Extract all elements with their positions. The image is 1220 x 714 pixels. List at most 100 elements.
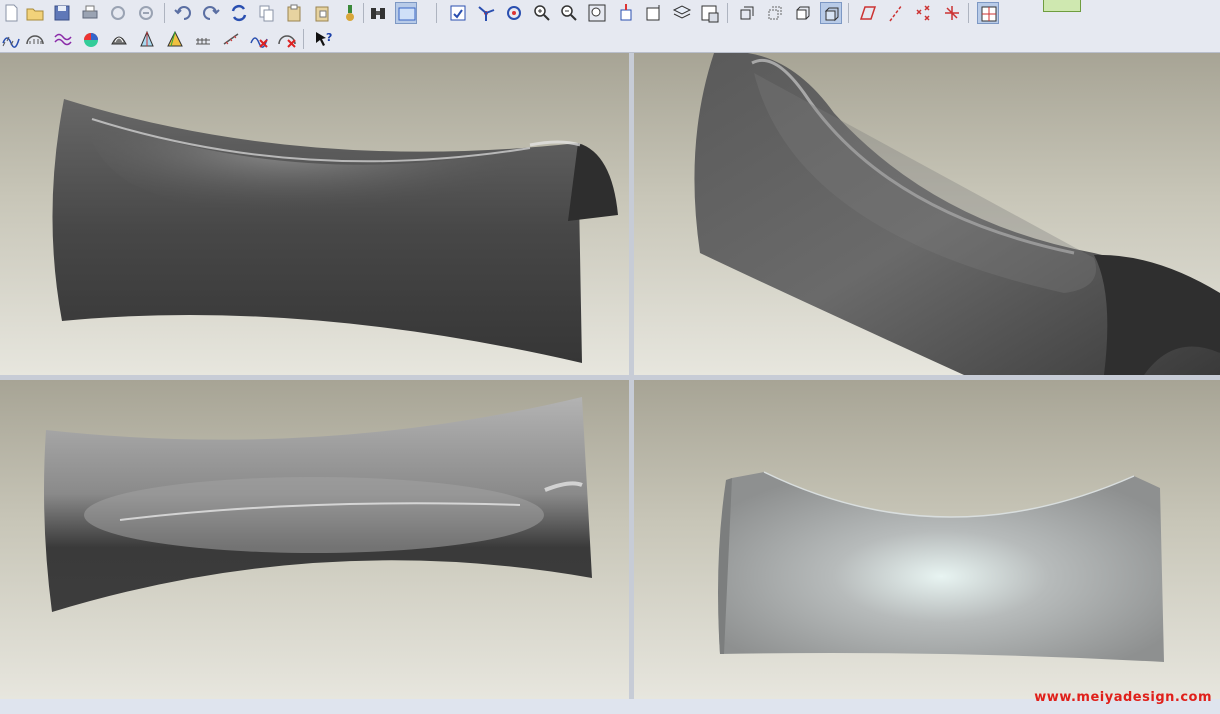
- main-toolbar: [0, 0, 1220, 26]
- delete-curve-analysis-icon[interactable]: [248, 28, 270, 50]
- curvature-analysis-icon-glyph: [2, 36, 20, 48]
- paste-icon[interactable]: [283, 2, 305, 24]
- shading-icon-glyph: [824, 7, 839, 22]
- reorient-icon[interactable]: [615, 2, 637, 24]
- reflection-analysis-icon-glyph: [111, 36, 127, 45]
- svg-text:?: ?: [326, 31, 332, 44]
- shaded-curvature-icon-glyph: [84, 33, 98, 47]
- no-hidden-icon-glyph: [796, 6, 810, 20]
- refit-icon[interactable]: [586, 2, 608, 24]
- viewport-bottom-left[interactable]: [0, 380, 629, 699]
- paste-special-icon[interactable]: [311, 2, 333, 24]
- open-folder-icon[interactable]: [24, 2, 46, 24]
- dihedral-angle-icon[interactable]: [192, 28, 214, 50]
- analysis-toolbar: ?: [0, 26, 1220, 53]
- orient-mode-icon[interactable]: [503, 2, 525, 24]
- coordinate-systems-icon[interactable]: [941, 2, 963, 24]
- datum-axes-icon-glyph: [889, 4, 903, 22]
- slope-analysis-icon-glyph: [167, 30, 183, 47]
- repaint-icon[interactable]: [447, 2, 469, 24]
- viewport-bottom-right[interactable]: [634, 380, 1220, 699]
- reflection-analysis-icon[interactable]: [108, 28, 130, 50]
- save-icon-glyph: [54, 5, 70, 21]
- zoom-in-icon[interactable]: [531, 2, 553, 24]
- zoom-out-icon[interactable]: [558, 2, 580, 24]
- print-icon[interactable]: [79, 2, 101, 24]
- slope-analysis-icon[interactable]: [164, 28, 186, 50]
- model-player-icon-glyph: [346, 5, 354, 21]
- layers-icon-glyph: [672, 5, 692, 19]
- surface-model-view-3: [44, 397, 592, 612]
- datum-planes-icon-glyph: [859, 6, 877, 20]
- hidden-line-icon[interactable]: [764, 2, 786, 24]
- zoom-in-icon-glyph: [534, 5, 550, 21]
- send-link-icon-glyph: [139, 6, 153, 20]
- datum-points-icon[interactable]: [913, 2, 935, 24]
- refit-icon-glyph: [588, 4, 606, 22]
- regenerate-icon[interactable]: [228, 2, 250, 24]
- redo-icon-glyph: [203, 6, 220, 20]
- regenerate-icon-glyph: [231, 4, 247, 22]
- delete-all-analysis-icon[interactable]: [276, 28, 298, 50]
- datum-points-icon-glyph: [916, 5, 930, 21]
- wireframe-icon-glyph: [740, 6, 754, 20]
- no-hidden-icon[interactable]: [792, 2, 814, 24]
- watermark-text: www.meiyadesign.com: [1034, 690, 1212, 705]
- delete-curve-analysis-icon-glyph: [250, 37, 268, 48]
- save-icon[interactable]: [51, 2, 73, 24]
- deviation-analysis-icon-glyph: [223, 33, 239, 45]
- zoom-out-icon-glyph: [561, 5, 577, 21]
- deviation-analysis-icon[interactable]: [220, 28, 242, 50]
- print-icon-glyph: [82, 5, 98, 19]
- undo-icon[interactable]: [172, 2, 194, 24]
- viewport-top-left[interactable]: [0, 53, 629, 375]
- shading-icon[interactable]: [820, 2, 842, 24]
- datum-axes-icon[interactable]: [885, 2, 907, 24]
- find-binoculars-icon-glyph: [371, 8, 385, 19]
- spin-center-icon-glyph: [478, 6, 495, 21]
- viewport-area: [0, 53, 1220, 699]
- orient-mode-icon-glyph: [507, 6, 521, 20]
- send-mail-icon-glyph: [111, 6, 125, 20]
- draft-analysis-icon[interactable]: [136, 28, 158, 50]
- context-help-icon-glyph: ?: [316, 31, 332, 46]
- toolbar-separator: [436, 3, 437, 23]
- send-link-icon[interactable]: [135, 2, 157, 24]
- copy-icon[interactable]: [256, 2, 278, 24]
- model-player-icon[interactable]: [339, 2, 361, 24]
- wireframe-icon[interactable]: [736, 2, 758, 24]
- viewport-top-right[interactable]: [634, 53, 1220, 375]
- grid-toggle-icon[interactable]: [977, 2, 999, 24]
- new-file-icon[interactable]: [0, 2, 22, 24]
- shaded-curvature-icon[interactable]: [80, 28, 102, 50]
- paste-icon-glyph: [287, 4, 301, 22]
- saved-views-icon[interactable]: [643, 2, 665, 24]
- copy-icon-glyph: [259, 5, 274, 22]
- surface-model-view-2: [694, 53, 1220, 375]
- find-binoculars-icon[interactable]: [367, 2, 389, 24]
- toolbar-separator: [848, 3, 849, 23]
- open-folder-icon-glyph: [26, 8, 44, 21]
- toolbar-separator: [164, 3, 165, 23]
- offset-analysis-icon[interactable]: [52, 28, 74, 50]
- select-box-icon[interactable]: [395, 2, 417, 24]
- grid-toggle-icon-glyph: [981, 6, 997, 22]
- send-mail-icon[interactable]: [107, 2, 129, 24]
- context-help-icon[interactable]: ?: [312, 28, 334, 50]
- toolbar-separator: [303, 29, 304, 49]
- coordinate-systems-icon-glyph: [945, 6, 959, 20]
- curvature-analysis-icon[interactable]: [0, 28, 22, 50]
- saved-views-icon-glyph: [646, 5, 660, 21]
- layers-icon[interactable]: [671, 2, 693, 24]
- spin-center-icon[interactable]: [475, 2, 497, 24]
- draft-analysis-icon-glyph: [140, 30, 154, 47]
- repaint-icon-glyph: [450, 5, 466, 21]
- dihedral-angle-icon-glyph: [196, 38, 210, 45]
- undo-icon-glyph: [174, 6, 191, 20]
- redo-icon[interactable]: [200, 2, 222, 24]
- section-analysis-icon[interactable]: [24, 28, 46, 50]
- hidden-line-icon-glyph: [768, 6, 782, 20]
- datum-planes-icon[interactable]: [857, 2, 879, 24]
- color-swatch-chip[interactable]: [1043, 0, 1081, 12]
- view-manager-icon[interactable]: [699, 2, 721, 24]
